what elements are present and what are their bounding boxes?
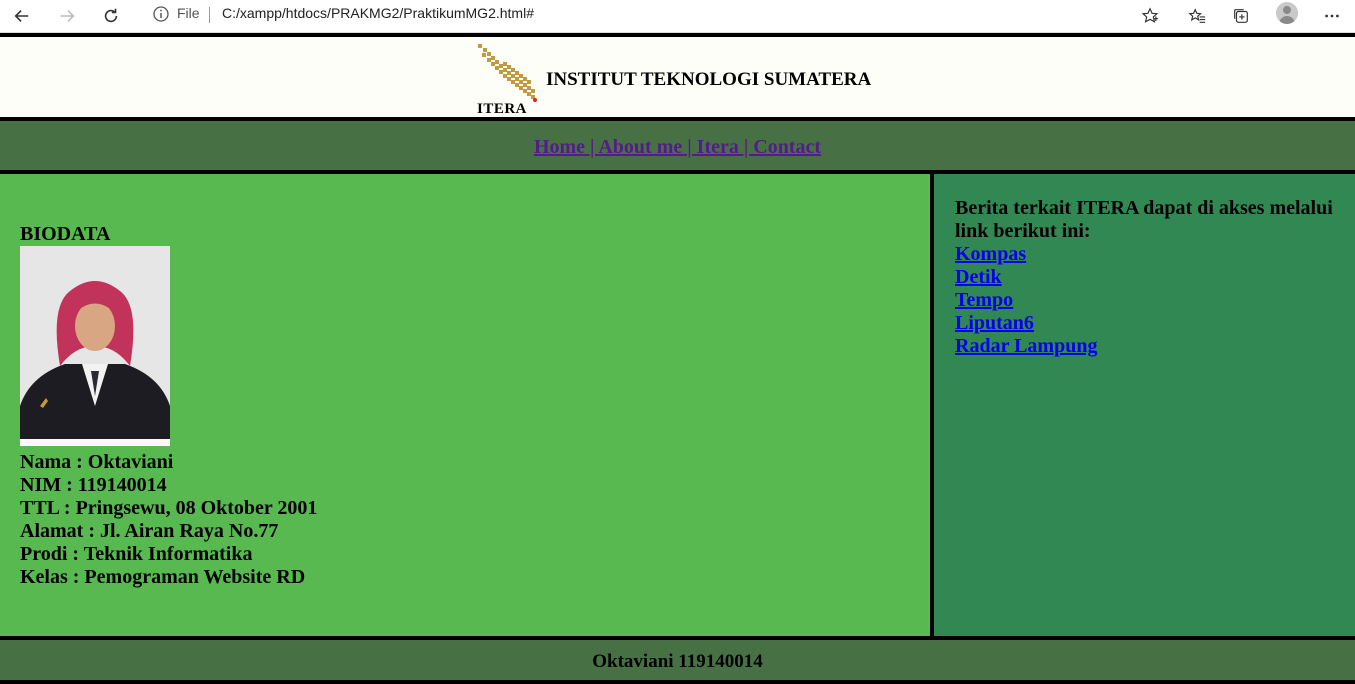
biodata-details: Nama : Oktaviani NIM : 119140014 TTL : P… (20, 451, 317, 589)
news-links: Kompas Detik Tempo Liputan6 Radar Lampun… (955, 243, 1097, 358)
bio-name: Nama : Oktaviani (20, 451, 174, 473)
more-menu-icon[interactable] (1320, 4, 1344, 28)
nav-contact-link[interactable]: Contact (753, 136, 821, 158)
bio-ttl: TTL : Pringsewu, 08 Oktober 2001 (20, 497, 318, 519)
news-link-radar-lampung[interactable]: Radar Lampung (955, 335, 1097, 358)
add-favorite-icon[interactable] (1138, 4, 1162, 28)
bio-class: Kelas : Pemograman Website RD (20, 566, 306, 588)
info-icon[interactable] (152, 5, 170, 23)
main-navigation: Home | About me | Itera | Contact (0, 121, 1355, 174)
bio-prodi: Prodi : Teknik Informatika (20, 543, 253, 565)
biodata-title: BIODATA (20, 223, 111, 245)
collections-icon[interactable] (1229, 4, 1253, 28)
institution-title: INSTITUT TEKNOLOGI SUMATERA (546, 69, 872, 90)
nav-separator: | (682, 136, 697, 158)
site-footer: Oktaviani 119140014 (0, 636, 1355, 684)
address-bar[interactable]: C:/xampp/htdocs/PRAKMG2/PraktikumMG2.htm… (222, 5, 534, 21)
browser-toolbar: File C:/xampp/htdocs/PRAKMG2/PraktikumMG… (0, 0, 1355, 33)
news-link-liputan6[interactable]: Liputan6 (955, 312, 1097, 335)
nav-home-link[interactable]: Home (534, 136, 585, 158)
favorites-icon[interactable] (1185, 4, 1209, 28)
forward-icon[interactable] (54, 3, 80, 29)
news-link-tempo[interactable]: Tempo (955, 289, 1097, 312)
nav-about-link[interactable]: About me (598, 136, 682, 158)
address-divider (209, 7, 210, 23)
news-sidebar: Berita terkait ITERA dapat di akses mela… (934, 174, 1355, 636)
news-link-detik[interactable]: Detik (955, 266, 1097, 289)
file-label: File (177, 5, 200, 21)
footer-text: Oktaviani 119140014 (592, 651, 763, 672)
bio-address: Alamat : Jl. Airan Raya No.77 (20, 520, 279, 542)
nav-separator: | (585, 136, 599, 158)
nav-separator: | (738, 136, 754, 158)
biodata-section: BIODATA Nama : Oktaviani NIM : 119140014… (0, 174, 934, 636)
back-icon[interactable] (9, 3, 35, 29)
profile-avatar[interactable] (1276, 2, 1298, 24)
reload-icon[interactable] (98, 3, 124, 29)
news-link-kompas[interactable]: Kompas (955, 243, 1097, 266)
logo-text: ITERA (477, 101, 528, 117)
nav-itera-link[interactable]: Itera (697, 136, 739, 158)
profile-photo (20, 246, 170, 446)
bio-nim: NIM : 119140014 (20, 474, 167, 496)
sidebar-intro: Berita terkait ITERA dapat di akses mela… (955, 197, 1333, 242)
site-header: ITERA INSTITUT TEKNOLOGI SUMATERA (0, 33, 1355, 121)
